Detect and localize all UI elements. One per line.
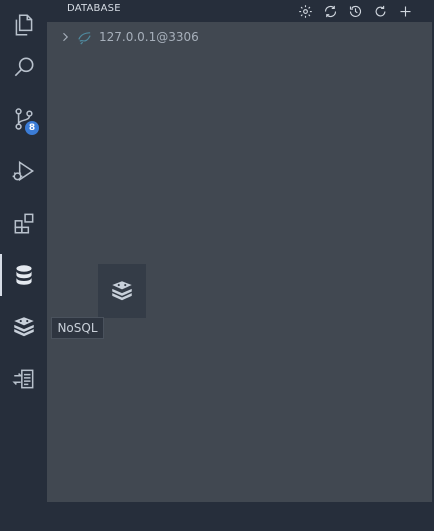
refresh-button[interactable]: [371, 2, 389, 20]
files-icon: [15, 14, 32, 36]
add-connection-button[interactable]: [396, 2, 414, 20]
chevron-right-icon[interactable]: [57, 29, 73, 45]
nosql-tooltip: NoSQL: [51, 317, 104, 339]
add-icon: [400, 6, 410, 16]
run-debug-icon: [12, 160, 34, 182]
panel-title: DATABASE: [67, 3, 121, 14]
extensions-icon: [14, 213, 33, 234]
activity-history[interactable]: [0, 354, 47, 404]
database-panel: DATABASE 127.0.0.1@3306: [47, 0, 432, 502]
panel-actions: [296, 0, 414, 22]
history-icon: [349, 5, 361, 17]
nosql-icon: [112, 281, 132, 301]
database-icon: [15, 265, 32, 285]
drag-ghost-nosql: [98, 264, 146, 318]
settings-button[interactable]: [296, 2, 314, 20]
activity-run-debug[interactable]: [0, 146, 47, 196]
history-icon: [11, 369, 33, 389]
sync-icon: [324, 5, 336, 17]
panel-header: DATABASE: [47, 0, 432, 22]
activity-search[interactable]: [0, 42, 47, 92]
activity-extensions[interactable]: [0, 198, 47, 248]
source-control-badge: 8: [25, 121, 39, 135]
search-icon: [14, 57, 33, 77]
sync-button[interactable]: [321, 2, 339, 20]
nosql-icon: [13, 317, 34, 337]
tree-item-connection[interactable]: 127.0.0.1@3306: [57, 28, 199, 46]
history-button[interactable]: [346, 2, 364, 20]
tree-item-label: 127.0.0.1@3306: [99, 30, 199, 44]
activity-database[interactable]: [0, 250, 47, 300]
activity-nosql[interactable]: [0, 302, 47, 352]
activity-bar: 8: [0, 0, 47, 531]
activity-source-control[interactable]: 8: [0, 94, 47, 144]
settings-icon: [298, 4, 312, 18]
refresh-icon: [375, 5, 385, 16]
database-connection-icon: [77, 29, 93, 45]
bottom-bar: [47, 502, 434, 531]
